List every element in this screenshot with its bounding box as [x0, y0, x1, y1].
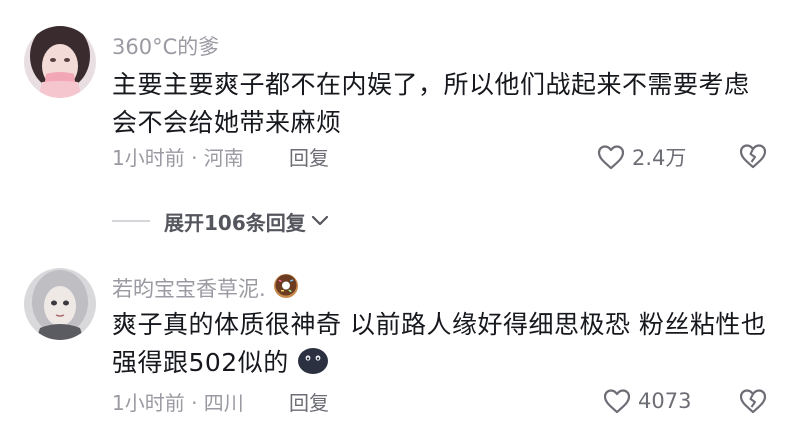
expand-replies[interactable]: 展开106条回复: [112, 206, 330, 236]
expand-replies-label[interactable]: 展开106条回复: [164, 207, 306, 236]
pink-girl-avatar-icon: [24, 26, 96, 98]
comment-text: 爽子真的体质很神奇 以前路人缘好得细思极恐 粉丝粘性也强得跟502似的: [112, 306, 772, 382]
user-avatar[interactable]: [24, 268, 96, 340]
dislike-button[interactable]: [738, 387, 768, 419]
like-count: 2.4万: [632, 146, 687, 170]
heart-icon: [597, 145, 625, 170]
broken-heart-icon: [739, 389, 767, 414]
doll-avatar-icon: [24, 268, 96, 340]
broken-heart-icon: [739, 144, 767, 169]
reply-button[interactable]: 回复: [289, 389, 329, 417]
heart-icon: [603, 389, 631, 414]
comment-time-location: 1小时前 · 河南: [112, 146, 244, 170]
comment-time-location: 1小时前 · 四川: [112, 391, 244, 415]
comment-text: 主要主要爽子都不在内娱了，所以他们战起来不需要考虑会不会给她带来麻烦: [112, 70, 750, 137]
comment-username[interactable]: 360°C的爹: [112, 33, 219, 61]
comment-text-content: 爽子真的体质很神奇 以前路人缘好得细思极恐 粉丝粘性也强得跟502似的: [112, 310, 767, 377]
donut-icon: [274, 274, 299, 298]
like-button[interactable]: 2.4万: [596, 142, 686, 172]
chevron-down-icon: [311, 215, 328, 226]
divider-line: [112, 220, 150, 222]
dislike-button[interactable]: [738, 142, 768, 174]
like-button[interactable]: 4073: [602, 387, 691, 415]
like-count: 4073: [638, 389, 692, 413]
reply-button[interactable]: 回复: [289, 144, 329, 172]
dark-round-face-icon: [298, 348, 329, 374]
comment-username-text: 若昀宝宝香草泥.: [112, 277, 266, 301]
comment-username[interactable]: 若昀宝宝香草泥.: [112, 272, 300, 303]
user-avatar[interactable]: [24, 26, 96, 98]
